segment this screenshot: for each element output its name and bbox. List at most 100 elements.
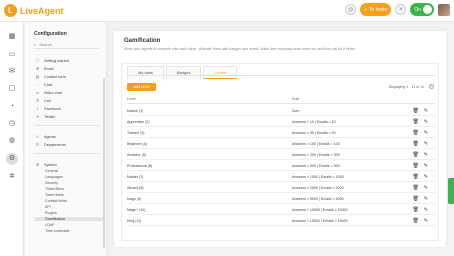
- sidebar-scrollbar[interactable]: [103, 78, 105, 248]
- notifications-icon[interactable]: ◎: [345, 4, 357, 15]
- config-item-chat[interactable]: ◌ Chat: [35, 82, 52, 87]
- contacts-icon[interactable]: ◔: [8, 103, 16, 111]
- config-item-email[interactable]: ✉ Email: [35, 66, 54, 71]
- config-sub-ticket-filters[interactable]: Ticket filters: [45, 187, 64, 191]
- delete-icon[interactable]: 🗑: [413, 108, 419, 114]
- config-sub-time-zone[interactable]: Time zone/date: [45, 229, 70, 233]
- table-row[interactable]: Wizard (8) Answers > 2000 | Emails > 2000…: [127, 183, 435, 193]
- table-row[interactable]: Trainee (3) Answers > 50 | Emails > 50 🗑 ✎: [127, 128, 435, 138]
- table-row[interactable]: Novice (1) Sum 🗑 ✎: [127, 106, 435, 116]
- config-sub-plugins[interactable]: Plugins: [45, 211, 57, 215]
- email-icon: ✉: [35, 66, 40, 71]
- config-item-facebook[interactable]: f Facebook: [35, 106, 61, 111]
- delete-icon[interactable]: 🗑: [413, 185, 419, 191]
- status-toggle[interactable]: On: [410, 3, 434, 16]
- edit-pencil-icon[interactable]: ✎: [424, 196, 428, 202]
- config-item-agents[interactable]: ☺ Agents: [35, 134, 55, 139]
- config-search[interactable]: ⌕ Search: [34, 41, 100, 49]
- config-sub-general[interactable]: General: [45, 169, 58, 173]
- delete-icon[interactable]: 🗑: [413, 174, 419, 180]
- table-row[interactable]: King (11) Answers > 15000 | Emails > 1500…: [127, 216, 435, 226]
- chat-icon: ◌: [36, 82, 39, 87]
- edit-pencil-icon[interactable]: ✎: [424, 185, 428, 191]
- tab-my-stats[interactable]: My stats: [127, 66, 164, 79]
- page-description: Allow your agents to compete with each o…: [124, 47, 356, 51]
- config-item-getting-started[interactable]: ⓘ Getting started: [35, 58, 69, 64]
- table-row[interactable]: Amateur (5) Answers > 200 | Emails > 200 🗑…: [127, 150, 435, 160]
- avatar[interactable]: [438, 3, 450, 16]
- edit-pencil-icon[interactable]: ✎: [424, 130, 428, 136]
- table-row[interactable]: Apprentice (2) Answers > 10 | Emails > 10…: [127, 117, 435, 127]
- delete-icon[interactable]: 🗑: [413, 163, 419, 169]
- config-item-departments[interactable]: ☷ Departments: [35, 142, 66, 147]
- reports-icon[interactable]: ◍: [8, 137, 16, 145]
- invite-label: To invite: [368, 6, 388, 13]
- config-sub-contact-fields[interactable]: Contact fields: [45, 199, 67, 203]
- invite-button[interactable]: + To invite: [360, 3, 392, 16]
- config-item-video-chat[interactable]: ▭ Video chat: [35, 90, 62, 95]
- twitter-icon: ✦: [35, 114, 40, 119]
- status-label: On: [414, 6, 421, 13]
- knowledgebase-icon[interactable]: ◷: [8, 120, 16, 128]
- edit-pencil-icon[interactable]: ✎: [424, 218, 428, 224]
- edit-pencil-icon[interactable]: ✎: [424, 141, 428, 147]
- edit-pencil-icon[interactable]: ✎: [424, 207, 428, 213]
- edit-pencil-icon[interactable]: ✎: [424, 152, 428, 158]
- table-row[interactable]: Mage+ (10) Answers > 10000 | Emails > 100…: [127, 205, 435, 215]
- configuration-icon[interactable]: ⚙: [6, 153, 18, 165]
- calls-icon[interactable]: ▢: [8, 85, 16, 93]
- edit-pencil-icon[interactable]: ✎: [424, 163, 428, 169]
- config-sub-security[interactable]: Security: [45, 181, 58, 185]
- edit-pencil-icon[interactable]: ✎: [424, 108, 428, 114]
- pagination-info: Displaying 1 - 11 of 11: [388, 85, 424, 89]
- column-header-level[interactable]: Level: [127, 97, 136, 101]
- config-sub-ticket-fields[interactable]: Ticket fields: [45, 193, 64, 197]
- delete-icon[interactable]: 🗑: [413, 130, 419, 136]
- levels-card: My stats Badges Levels Add Level Display…: [121, 63, 439, 241]
- top-bar: L LiveAgent ◎ + To invite × On: [0, 0, 454, 22]
- delete-icon[interactable]: 🗑: [413, 141, 419, 147]
- facebook-icon: f: [36, 106, 39, 111]
- config-item-call[interactable]: ✆ Call: [35, 98, 51, 103]
- close-icon[interactable]: ×: [395, 4, 407, 15]
- app-logo[interactable]: L LiveAgent: [4, 4, 64, 17]
- config-sub-ldap[interactable]: LDAP: [45, 223, 54, 227]
- app-name: LiveAgent: [20, 5, 64, 16]
- tab-levels[interactable]: Levels: [203, 66, 238, 79]
- table-row[interactable]: Mage (9) Answers > 5000 | Emails > 5000 🗑 ✎: [127, 194, 435, 204]
- table-row[interactable]: Master (7) Answers > 1000 | Emails > 1000…: [127, 172, 435, 182]
- delete-icon[interactable]: 🗑: [413, 196, 419, 202]
- tabs-divider: [127, 75, 435, 76]
- info-icon: ⓘ: [35, 58, 40, 63]
- config-sub-api[interactable]: API: [45, 205, 51, 209]
- tickets-icon[interactable]: ▭: [8, 51, 16, 59]
- invite-icon: +: [364, 6, 367, 13]
- settings-gear-icon[interactable]: ✲: [8, 173, 16, 181]
- tab-badges[interactable]: Badges: [165, 66, 202, 79]
- search-input[interactable]: Search: [39, 42, 52, 47]
- status-knob: [423, 5, 432, 14]
- edit-pencil-icon[interactable]: ✎: [424, 119, 428, 125]
- delete-icon[interactable]: 🗑: [413, 119, 419, 125]
- config-item-contact-form[interactable]: ▤ Contact form: [35, 74, 66, 79]
- config-item-twitter[interactable]: ✦ Twitter: [35, 114, 55, 119]
- edit-pencil-icon[interactable]: ✎: [424, 174, 428, 180]
- feedback-tab[interactable]: [448, 178, 454, 204]
- dashboard-icon[interactable]: ▦: [8, 33, 16, 41]
- config-sub-languages[interactable]: Languages: [45, 175, 63, 179]
- config-sub-gamification[interactable]: Gamification: [35, 217, 103, 221]
- delete-icon[interactable]: 🗑: [413, 207, 419, 213]
- refresh-icon[interactable]: ↻: [429, 84, 434, 89]
- form-icon: ▤: [35, 74, 40, 79]
- configuration-title: Configuration: [34, 31, 67, 37]
- phone-icon: ✆: [35, 98, 40, 103]
- column-header-rule[interactable]: Rule: [292, 97, 299, 101]
- delete-icon[interactable]: 🗑: [413, 218, 419, 224]
- add-level-button[interactable]: Add Level: [127, 83, 156, 91]
- chats-icon[interactable]: ✉: [8, 68, 16, 76]
- config-item-system[interactable]: ⚙ System: [35, 162, 57, 167]
- table-row[interactable]: Professional (6) Answers > 500 | Emails >…: [127, 161, 435, 171]
- table-row[interactable]: Beginner (4) Answers > 100 | Emails > 100…: [127, 139, 435, 149]
- delete-icon[interactable]: 🗑: [413, 152, 419, 158]
- main-nav-rail: ▦ ▭ ✉ ▢ ◔ ◷ ◍ ▤ ⚙ ✲: [0, 22, 24, 256]
